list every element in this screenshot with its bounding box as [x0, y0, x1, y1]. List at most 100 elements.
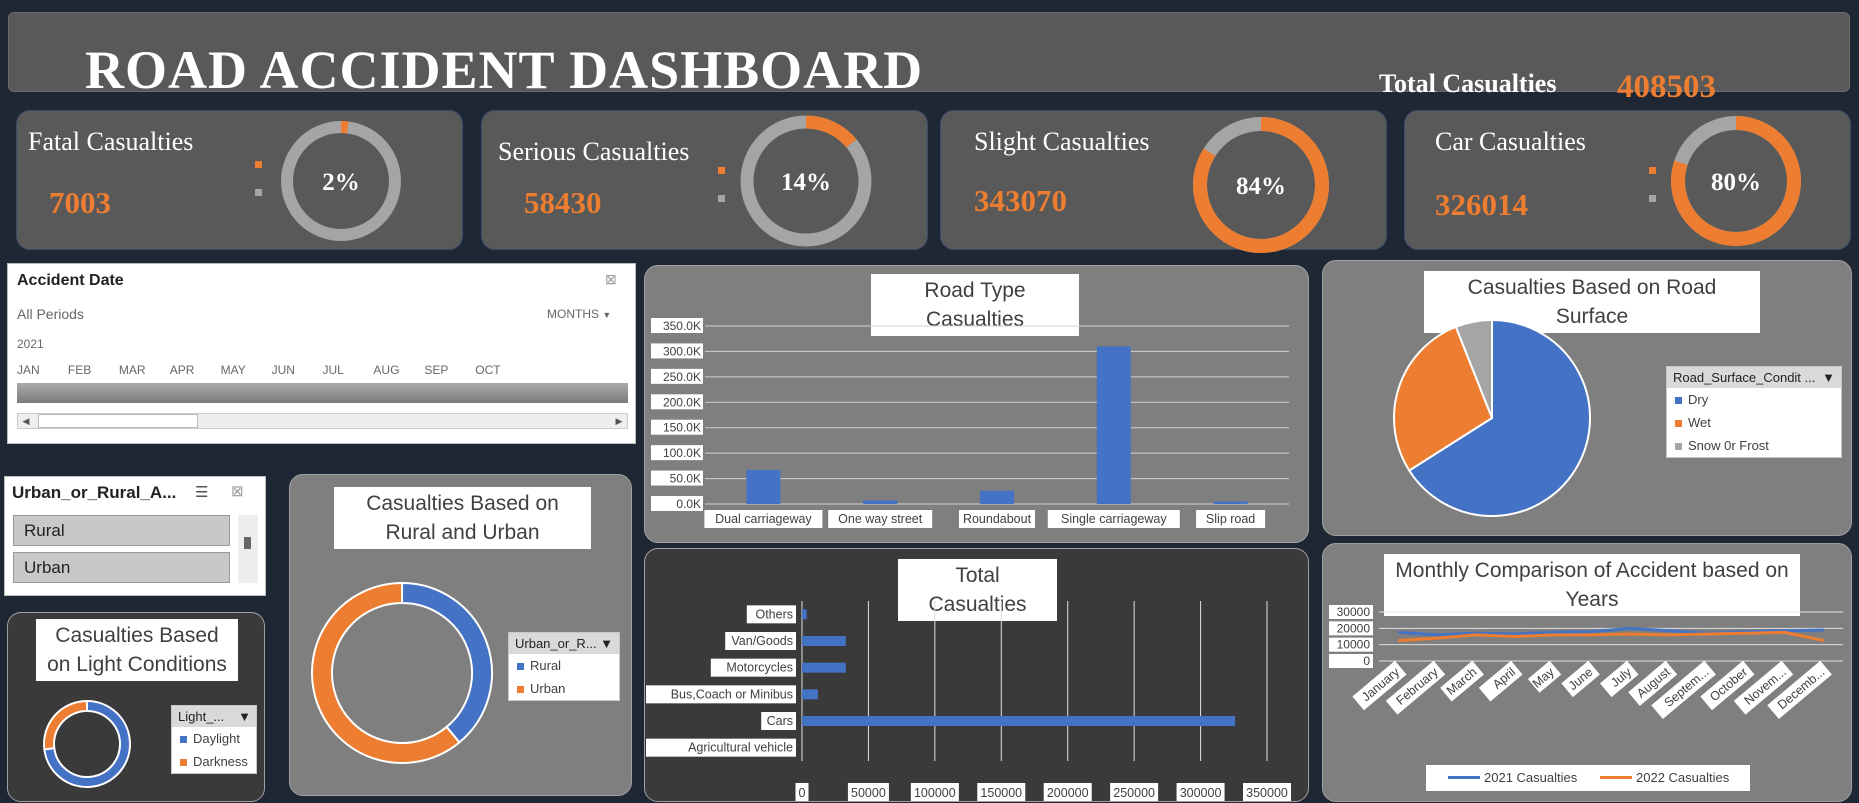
- legend-title: Road_Surface_Condit ... ▼: [1667, 367, 1841, 388]
- bar: [802, 636, 846, 646]
- y-tick-label: 200.0K: [663, 395, 701, 409]
- legend-marker: [255, 161, 262, 168]
- timeline-month-label: MAR: [118, 363, 146, 377]
- y-tick-label: 20000: [1337, 621, 1371, 635]
- y-tick-label: Cars: [767, 714, 793, 728]
- y-tick-label: 30000: [1337, 605, 1371, 619]
- legend-swatch: [1448, 776, 1480, 779]
- filter-icon[interactable]: ▼: [1822, 370, 1835, 385]
- legend-swatch: [1600, 776, 1632, 779]
- kpi-donut: 14%: [740, 115, 872, 247]
- legend-marker: [1649, 195, 1656, 202]
- slicer-item-urban[interactable]: Urban: [13, 552, 230, 583]
- legend-label: Darkness: [193, 754, 248, 769]
- y-tick-label: 350.0K: [663, 319, 701, 333]
- bar: [863, 500, 898, 504]
- vehicle-panel: Total Casualties 0 50000 100000 150000 20000…: [644, 548, 1309, 802]
- timeline-level-select[interactable]: MONTHS ▼: [547, 307, 611, 321]
- scroll-right-icon[interactable]: ▶: [611, 414, 627, 428]
- slicer-item-rural[interactable]: Rural: [13, 515, 230, 546]
- y-tick-label: Bus,Coach or Minibus: [671, 687, 793, 701]
- legend-title-text: Urban_or_R...: [515, 636, 597, 651]
- scroll-left-icon[interactable]: ◀: [18, 414, 34, 428]
- kpi-donut: 84%: [1193, 117, 1329, 253]
- multi-select-icon[interactable]: ☰: [195, 483, 208, 501]
- y-tick-label: 150.0K: [663, 421, 701, 435]
- legend-swatch: [1675, 397, 1682, 405]
- y-tick-label: 0.0K: [676, 497, 701, 511]
- legend-label: Daylight: [193, 731, 240, 746]
- x-tick-label: 50000: [851, 786, 886, 800]
- y-tick-label: Motorcycles: [726, 661, 793, 675]
- bar: [802, 716, 1236, 726]
- light-legend: Light_... ▼ Daylight Darkness: [171, 705, 257, 774]
- timeline-month-label: MAY: [220, 363, 246, 377]
- area-slicer: Urban_or_Rural_A... ☰ ⊠ Rural Urban: [4, 476, 266, 596]
- pie-slice-rural: [401, 581, 493, 744]
- legend-label: Wet: [1688, 415, 1711, 430]
- slicer-title: Urban_or_Rural_A...: [12, 483, 177, 502]
- legend-marker: [718, 195, 725, 202]
- legend-title: Light_... ▼: [172, 706, 256, 727]
- timeline-month-label: AUG: [373, 363, 400, 377]
- x-tick-label: One way street: [838, 512, 923, 526]
- kpi-label: Slight Casualties: [974, 127, 1150, 156]
- kpi-donut: 2%: [281, 121, 401, 241]
- scrollbar-thumb[interactable]: [244, 537, 251, 549]
- kpi-value: 58430: [524, 185, 602, 220]
- slicer-item-label: Rural: [24, 521, 65, 540]
- timeline-slicer: Accident Date ⊠ All Periods MONTHS ▼ 202…: [7, 263, 636, 444]
- timeline-bar[interactable]: [17, 383, 628, 403]
- clear-filter-icon[interactable]: ⊠: [605, 271, 617, 288]
- x-tick-label: 100000: [914, 786, 956, 800]
- slicer-scrollbar[interactable]: [238, 515, 258, 583]
- kpi-value: 326014: [1435, 187, 1528, 222]
- timeline-month-label: JUL: [322, 363, 344, 377]
- x-tick-group: April: [1478, 660, 1523, 702]
- x-tick-label: 0: [799, 786, 806, 800]
- legend-item-rural: Rural: [509, 654, 619, 677]
- y-tick-label: 300.0K: [663, 344, 701, 358]
- x-tick-label: Single carriageway: [1061, 512, 1167, 526]
- legend-title-text: Light_...: [178, 709, 225, 724]
- monthly-legend: 2021 Casualties 2022 Casualties: [1426, 765, 1750, 791]
- bar: [1096, 346, 1131, 504]
- legend-item-urban: Urban: [509, 677, 619, 700]
- chart-title: Casualties Based on Light Conditions: [36, 619, 238, 681]
- slicer-item-label: Urban: [24, 558, 71, 577]
- x-tick-label: Roundabout: [963, 512, 1032, 526]
- kpi-card-slight: Slight Casualties 343070 84%: [940, 110, 1387, 253]
- kpi-label: Car Casualties: [1435, 127, 1586, 156]
- legend-swatch: [517, 686, 524, 694]
- rural-urban-panel: Casualties Based on Rural and Urban Urba…: [289, 474, 632, 796]
- legend-item-wet: Wet: [1667, 411, 1841, 434]
- page-title: ROAD ACCIDENT DASHBOARD: [85, 40, 924, 100]
- legend-label: Urban: [530, 681, 566, 696]
- scrollbar-thumb[interactable]: [38, 414, 198, 428]
- bar: [802, 662, 846, 673]
- clear-filter-icon[interactable]: ⊠: [231, 482, 244, 500]
- y-tick-label: 100.0K: [663, 446, 701, 460]
- legend-item-dry: Dry: [1667, 388, 1841, 411]
- x-tick-group: June: [1561, 660, 1600, 698]
- total-casualties-value: 408503: [1617, 69, 1716, 105]
- kpi-label: Serious Casualties: [498, 137, 690, 166]
- legend-title: Urban_or_R... ▼: [509, 633, 619, 654]
- light-donut-chart: [43, 699, 131, 788]
- rural-urban-donut-chart: [311, 581, 493, 764]
- timeline-months: JAN FEB MAR APR MAY JUN JUL AUG SEP OCT: [17, 363, 628, 379]
- timeline-scrollbar[interactable]: ◀ ▶: [17, 413, 628, 429]
- y-tick-label: 0: [1363, 654, 1370, 668]
- kpi-label: Fatal Casualties: [28, 127, 194, 156]
- filter-icon[interactable]: ▼: [238, 709, 251, 724]
- legend-marker: [255, 189, 262, 196]
- bar: [802, 689, 818, 700]
- timeline-month-label: OCT: [475, 363, 501, 377]
- timeline-month-label: JUN: [271, 363, 295, 377]
- legend-label: Snow 0r Frost: [1688, 438, 1769, 453]
- kpi-percent: 84%: [1236, 173, 1286, 200]
- road-surface-panel: Casualties Based on Road Surface Road_Su…: [1322, 260, 1852, 536]
- kpi-percent: 80%: [1711, 169, 1761, 196]
- timeline-month-label: JAN: [17, 363, 40, 377]
- chevron-down-icon[interactable]: ▼: [600, 636, 613, 651]
